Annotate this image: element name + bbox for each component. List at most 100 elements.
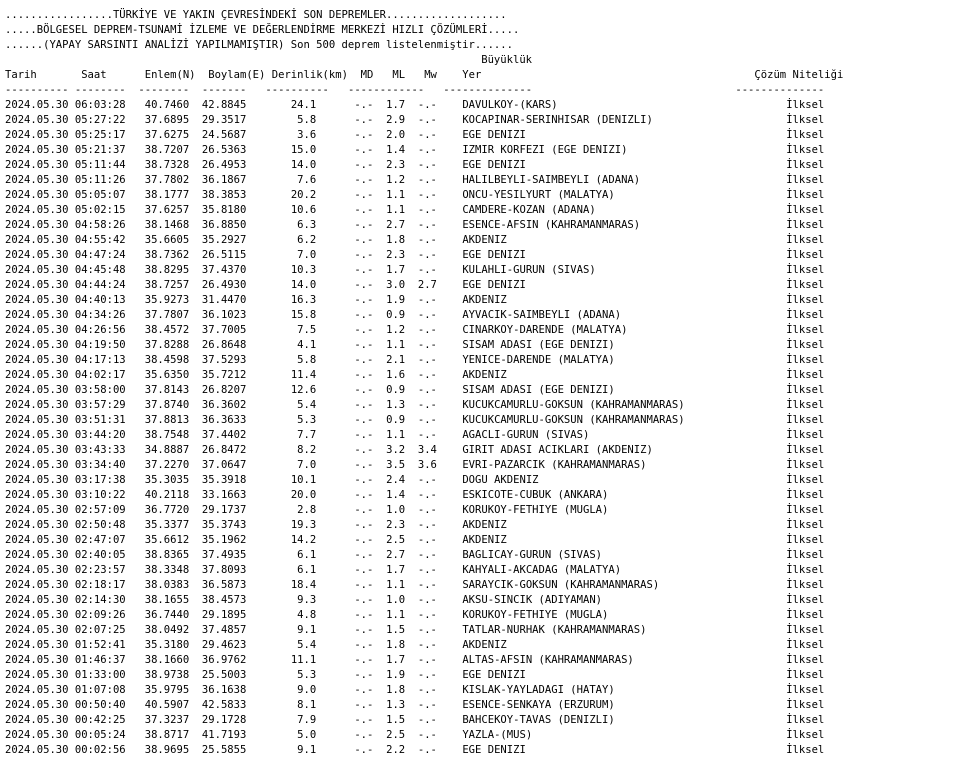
quake-quality: İlksel xyxy=(786,459,825,471)
quake-quality: İlksel xyxy=(786,414,825,426)
quake-md: -.- xyxy=(354,174,374,186)
quake-mw: -.- xyxy=(417,729,437,741)
column-header-row: Tarih Saat Enlem(N) Boylam(E) Derinlik(k… xyxy=(5,68,960,83)
quake-quality: İlksel xyxy=(786,534,825,546)
quake-date: 2024.05.30 xyxy=(5,204,69,216)
quake-ml: 2.3 xyxy=(386,159,406,171)
col-longitude-underline: ------- xyxy=(201,84,247,96)
quake-md: -.- xyxy=(354,669,374,681)
quake-depth: 6.3 xyxy=(297,219,317,231)
table-row: 2024.05.30 03:17:38 35.3035 35.3918 10.1… xyxy=(5,473,960,488)
listing-title: .................TÜRKİYE VE YAKIN ÇEVRES… xyxy=(5,9,507,21)
quake-depth: 2.8 xyxy=(297,504,317,516)
quake-quality: İlksel xyxy=(786,669,825,681)
quake-quality: İlksel xyxy=(786,489,825,501)
quake-latitude: 40.2118 xyxy=(144,489,190,501)
quake-depth: 10.1 xyxy=(290,474,317,486)
quake-md: -.- xyxy=(354,444,374,456)
quake-time: 02:47:07 xyxy=(74,534,126,546)
quake-location: KUCUKCAMURLU-GOKSUN (KAHRAMANMARAS) xyxy=(462,414,685,426)
table-row: 2024.05.30 02:07:25 38.0492 37.4857 9.1 … xyxy=(5,623,960,638)
quake-longitude: 35.3743 xyxy=(201,519,247,531)
quake-md: -.- xyxy=(354,504,374,516)
quake-mw: -.- xyxy=(417,339,437,351)
quake-mw: -.- xyxy=(417,174,437,186)
quake-quality: İlksel xyxy=(786,549,825,561)
quake-date: 2024.05.30 xyxy=(5,699,69,711)
quake-quality: İlksel xyxy=(786,279,825,291)
magnitude-group-header-row: Büyüklük xyxy=(5,53,960,68)
quake-time: 03:17:38 xyxy=(74,474,126,486)
quake-quality: İlksel xyxy=(786,609,825,621)
quake-longitude: 35.3918 xyxy=(201,474,247,486)
quake-quality: İlksel xyxy=(786,159,825,171)
quake-ml: 2.9 xyxy=(386,114,406,126)
quake-longitude: 29.1728 xyxy=(201,714,247,726)
quake-longitude: 36.1867 xyxy=(201,174,247,186)
quake-longitude: 26.4953 xyxy=(201,159,247,171)
quake-location: EGE DENIZI xyxy=(462,669,526,681)
quake-date: 2024.05.30 xyxy=(5,639,69,651)
quake-longitude: 37.0647 xyxy=(201,459,247,471)
quake-location: AKDENIZ xyxy=(462,294,507,306)
quake-date: 2024.05.30 xyxy=(5,624,69,636)
quake-ml: 1.0 xyxy=(386,594,406,606)
quake-date: 2024.05.30 xyxy=(5,309,69,321)
quake-time: 00:42:25 xyxy=(74,714,126,726)
quake-mw: -.- xyxy=(417,204,437,216)
quake-date: 2024.05.30 xyxy=(5,534,69,546)
quake-time: 04:47:24 xyxy=(74,249,126,261)
quake-time: 02:57:09 xyxy=(74,504,126,516)
quake-latitude: 35.6612 xyxy=(144,534,190,546)
quake-ml: 3.0 xyxy=(386,279,406,291)
quake-longitude: 36.1638 xyxy=(201,684,247,696)
quake-location: ESENCE-SENKAYA (ERZURUM) xyxy=(462,699,615,711)
quake-quality: İlksel xyxy=(786,579,825,591)
quake-date: 2024.05.30 xyxy=(5,744,69,756)
quake-date: 2024.05.30 xyxy=(5,294,69,306)
col-quality-underline: -------------- xyxy=(735,84,825,96)
quake-quality: İlksel xyxy=(786,339,825,351)
quake-latitude: 38.3348 xyxy=(144,564,190,576)
table-row: 2024.05.30 04:17:13 38.4598 37.5293 5.8 … xyxy=(5,353,960,368)
quake-latitude: 35.3035 xyxy=(144,474,190,486)
quake-date: 2024.05.30 xyxy=(5,714,69,726)
quake-ml: 1.1 xyxy=(386,579,406,591)
quake-latitude: 40.7460 xyxy=(144,99,190,111)
quake-md: -.- xyxy=(354,204,374,216)
quake-md: -.- xyxy=(354,594,374,606)
quake-depth: 5.3 xyxy=(297,669,317,681)
quake-depth: 7.0 xyxy=(297,459,317,471)
quake-depth: 9.0 xyxy=(297,684,317,696)
quake-longitude: 36.3633 xyxy=(201,414,247,426)
quake-quality: İlksel xyxy=(786,399,825,411)
quake-longitude: 25.5855 xyxy=(201,744,247,756)
quake-mw: -.- xyxy=(417,219,437,231)
quake-ml: 1.3 xyxy=(386,399,406,411)
quake-ml: 1.8 xyxy=(386,234,406,246)
quake-depth: 5.0 xyxy=(297,729,317,741)
quake-latitude: 37.3237 xyxy=(144,714,190,726)
col-depth-underline: ---------- xyxy=(265,84,329,96)
quake-mw: -.- xyxy=(417,414,437,426)
quake-location: YENICE-DARENDE (MALATYA) xyxy=(462,354,615,366)
quake-md: -.- xyxy=(354,294,374,306)
quake-quality: İlksel xyxy=(786,264,825,276)
table-row: 2024.05.30 02:57:09 36.7720 29.1737 2.8 … xyxy=(5,503,960,518)
quake-longitude: 33.1663 xyxy=(201,489,247,501)
quake-mw: -.- xyxy=(417,399,437,411)
column-underline-row: ---------- -------- -------- ------- ---… xyxy=(5,83,960,98)
quake-latitude: 37.6895 xyxy=(144,114,190,126)
quake-depth: 5.8 xyxy=(297,114,317,126)
quake-md: -.- xyxy=(354,219,374,231)
quake-time: 06:03:28 xyxy=(74,99,126,111)
quake-date: 2024.05.30 xyxy=(5,519,69,531)
table-row: 2024.05.30 04:47:24 38.7362 26.5115 7.0 … xyxy=(5,248,960,263)
quake-date: 2024.05.30 xyxy=(5,399,69,411)
quake-location: EGE DENIZI xyxy=(462,129,526,141)
quake-depth: 4.8 xyxy=(297,609,317,621)
table-row: 2024.05.30 02:50:48 35.3377 35.3743 19.3… xyxy=(5,518,960,533)
quake-md: -.- xyxy=(354,699,374,711)
table-row: 2024.05.30 04:34:26 37.7807 36.1023 15.8… xyxy=(5,308,960,323)
quake-depth: 5.8 xyxy=(297,354,317,366)
